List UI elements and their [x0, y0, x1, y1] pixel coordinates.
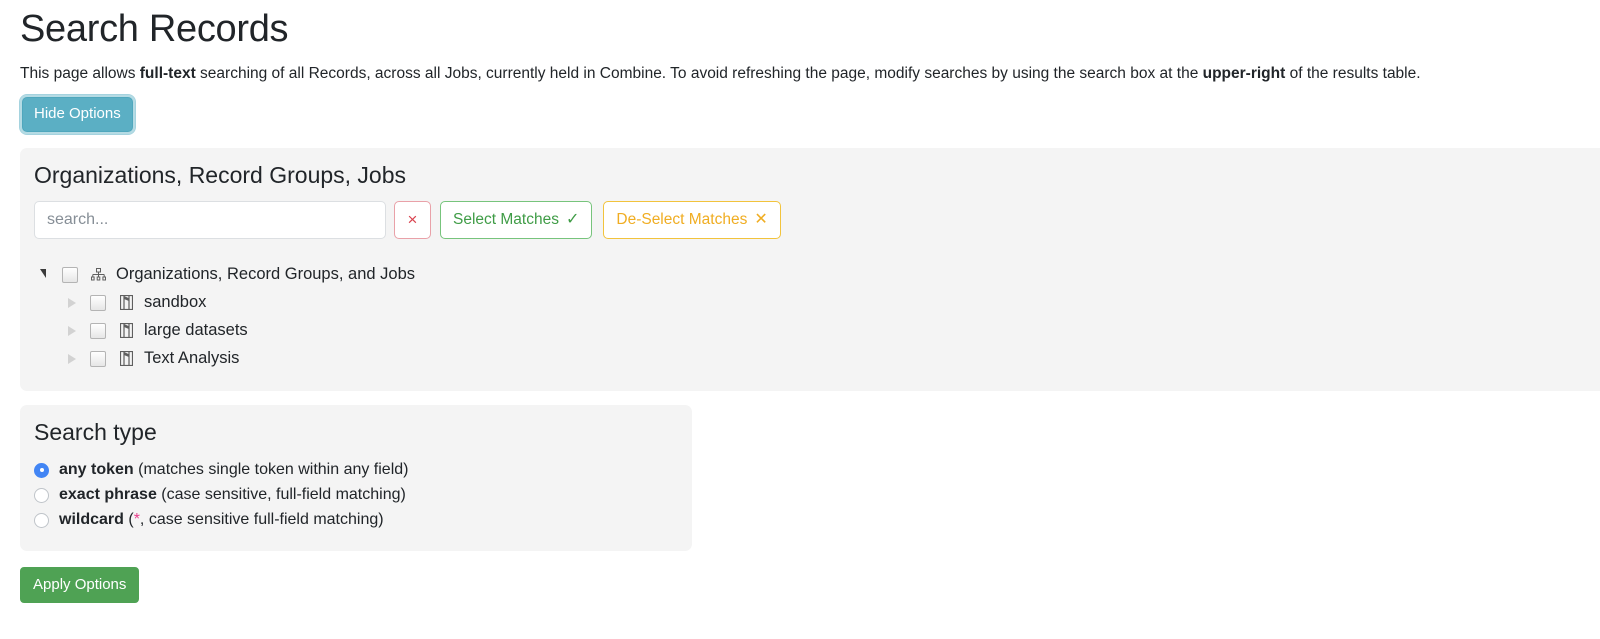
check-icon: ✓: [565, 210, 580, 228]
sitemap-icon: [88, 268, 108, 281]
tree-label-large-datasets: large datasets: [144, 321, 248, 340]
radio-any-token[interactable]: [34, 462, 49, 478]
apply-options-button[interactable]: Apply Options: [20, 566, 140, 604]
any-token-bold: any token: [59, 461, 134, 479]
exact-phrase-bold: exact phrase: [59, 486, 157, 504]
organization-icon: [116, 323, 136, 339]
description-emphasis-upperright: upper-right: [1202, 64, 1286, 82]
search-type-option-wildcard[interactable]: wildcard (*, case sensitive full-field m…: [34, 508, 678, 533]
caret-right-icon: [67, 297, 76, 308]
search-type-panel: Search type any token (matches single to…: [20, 404, 692, 551]
tree-label-text-analysis: Text Analysis: [144, 349, 240, 368]
hide-options-button[interactable]: Hide Options: [22, 97, 133, 132]
search-type-option-any-token[interactable]: any token (matches single token within a…: [34, 458, 678, 483]
any-token-rest: (matches single token within any field): [133, 461, 409, 479]
organizations-search-input[interactable]: [34, 200, 386, 239]
tree-label-sandbox: sandbox: [144, 293, 207, 312]
caret-down-icon: [40, 269, 46, 279]
tree-checkbox-root[interactable]: [62, 266, 78, 283]
wildcard-rest-post: , case sensitive full-field matching): [139, 511, 384, 529]
tree-toggle-text-analysis[interactable]: [62, 353, 81, 364]
radio-wildcard[interactable]: [34, 512, 49, 528]
hide-options-focus-ring: Hide Options: [20, 95, 135, 134]
select-matches-button[interactable]: Select Matches ✓: [440, 200, 593, 239]
description-emphasis-fulltext: full-text: [139, 64, 196, 82]
tree-row-root[interactable]: Organizations, Record Groups, and Jobs: [34, 261, 1586, 289]
clear-search-button[interactable]: ×: [394, 200, 431, 239]
deselect-matches-button[interactable]: De-Select Matches ✕: [603, 200, 781, 239]
tree-checkbox-text-analysis[interactable]: [90, 350, 106, 367]
page-title: Search Records: [20, 8, 289, 50]
deselect-matches-label: De-Select Matches: [616, 210, 748, 228]
search-records-page: Search Records This page allows full-tex…: [0, 8, 1600, 604]
tree-checkbox-sandbox[interactable]: [90, 294, 106, 311]
caret-right-icon: [67, 353, 76, 364]
organizations-search-row: × Select Matches ✓ De-Select Matches ✕: [34, 200, 1586, 239]
caret-right-icon: [67, 325, 76, 336]
wildcard-rest-pre: (: [123, 511, 134, 529]
search-type-label-wildcard: wildcard (*, case sensitive full-field m…: [59, 511, 384, 529]
tree-toggle-sandbox[interactable]: [62, 297, 81, 308]
select-matches-label: Select Matches: [453, 210, 559, 228]
tree-label-root: Organizations, Record Groups, and Jobs: [116, 265, 415, 284]
organizations-tree: Organizations, Record Groups, and Jobs s…: [34, 261, 1586, 373]
search-type-option-exact-phrase[interactable]: exact phrase (case sensitive, full-field…: [34, 483, 678, 508]
search-type-label-any-token: any token (matches single token within a…: [59, 461, 408, 479]
exact-phrase-rest: (case sensitive, full-field matching): [156, 486, 406, 504]
tree-row-text-analysis[interactable]: Text Analysis: [34, 345, 1586, 373]
organizations-panel-title: Organizations, Record Groups, Jobs: [34, 161, 407, 188]
wildcard-bold: wildcard: [59, 511, 124, 529]
radio-exact-phrase[interactable]: [34, 487, 49, 503]
close-x-icon: ✕: [754, 210, 768, 228]
organizations-panel: Organizations, Record Groups, Jobs × Sel…: [20, 147, 1600, 391]
description-part-2: searching of all Records, across all Job…: [195, 64, 1203, 82]
description-part-3: of the results table.: [1285, 64, 1421, 82]
organization-icon: [116, 351, 136, 367]
apply-options-wrap: Apply Options: [20, 566, 1580, 604]
tree-toggle-large-datasets[interactable]: [62, 325, 81, 336]
organization-icon: [116, 295, 136, 311]
tree-checkbox-large-datasets[interactable]: [90, 322, 106, 339]
page-description: This page allows full-text searching of …: [20, 63, 1580, 85]
tree-row-large-datasets[interactable]: large datasets: [34, 317, 1586, 345]
description-part-1: This page allows: [20, 64, 140, 82]
search-type-label-exact-phrase: exact phrase (case sensitive, full-field…: [59, 486, 406, 504]
tree-row-sandbox[interactable]: sandbox: [34, 289, 1586, 317]
tree-toggle-root[interactable]: [34, 269, 53, 279]
search-type-title: Search type: [34, 418, 157, 445]
